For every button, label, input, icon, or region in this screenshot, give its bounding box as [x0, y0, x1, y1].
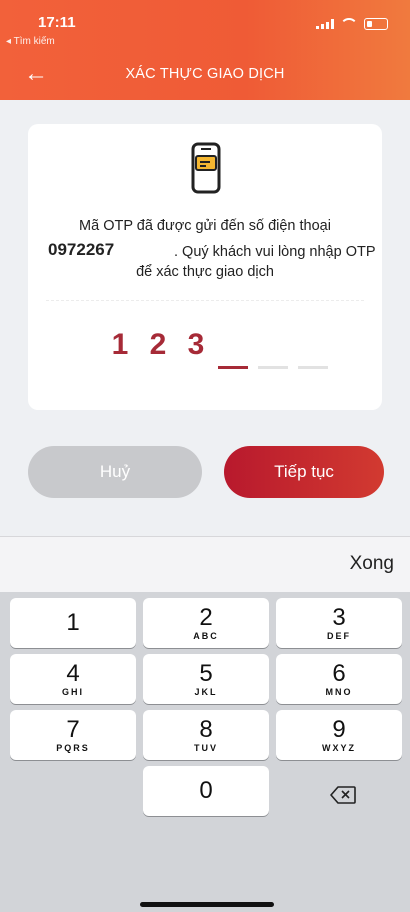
- keyboard-toolbar: Xong: [0, 536, 410, 593]
- otp-digit: 2: [149, 328, 167, 361]
- backspace-icon[interactable]: [330, 786, 356, 804]
- key-0[interactable]: 0: [143, 766, 269, 816]
- home-indicator: [140, 902, 274, 907]
- header-bar: 17:11 ◂ Tìm kiếm ← XÁC THỰC GIAO DỊCH: [0, 0, 410, 100]
- phone-number: 0972267: [48, 240, 115, 259]
- signal-icon: [316, 19, 334, 29]
- numeric-keyboard: 1 2 ABC 3 DEF 4 GHI 5 JKL 6 MNO 7 PQRS 8 TUV 9W…: [0, 592, 410, 912]
- otp-message-line2: . Quý khách vui lòng nhập OTP: [174, 244, 376, 260]
- otp-digit: 3: [187, 328, 205, 361]
- cancel-button[interactable]: Huỷ: [28, 446, 202, 498]
- otp-message-line3: để xác thực giao dịch: [136, 264, 274, 280]
- phone-message-icon: [191, 142, 221, 194]
- otp-input[interactable]: 1 2 3: [108, 328, 208, 362]
- key-8[interactable]: 8 TUV: [143, 710, 269, 760]
- key-2[interactable]: 2 ABC: [143, 598, 269, 648]
- key-7[interactable]: 7 PQRS: [10, 710, 136, 760]
- continue-button[interactable]: Tiếp tục: [224, 446, 384, 498]
- otp-slot: [298, 366, 328, 369]
- otp-message-line1: Mã OTP đã được gửi đến số điện thoại: [79, 218, 331, 234]
- back-to-app-link[interactable]: ◂ Tìm kiếm: [6, 36, 55, 47]
- otp-digit: 1: [111, 328, 129, 361]
- key-1[interactable]: 1: [10, 598, 136, 648]
- status-icons: [316, 18, 388, 30]
- key-4[interactable]: 4 GHI: [10, 654, 136, 704]
- key-6[interactable]: 6 MNO: [276, 654, 402, 704]
- key-9[interactable]: 9 WXYZ: [276, 710, 402, 760]
- divider: [46, 300, 364, 301]
- otp-empty-slots[interactable]: [218, 366, 328, 369]
- wifi-icon: [340, 18, 358, 30]
- otp-slot-active: [218, 366, 248, 369]
- done-button[interactable]: Xong: [350, 553, 394, 575]
- key-5[interactable]: 5 JKL: [143, 654, 269, 704]
- page-title: XÁC THỰC GIAO DỊCH: [125, 66, 285, 82]
- otp-slot: [258, 366, 288, 369]
- otp-card: Mã OTP đã được gửi đến số điện thoại 097…: [28, 124, 382, 410]
- status-time: 17:11: [38, 14, 76, 31]
- battery-icon: [364, 18, 388, 30]
- key-3[interactable]: 3 DEF: [276, 598, 402, 648]
